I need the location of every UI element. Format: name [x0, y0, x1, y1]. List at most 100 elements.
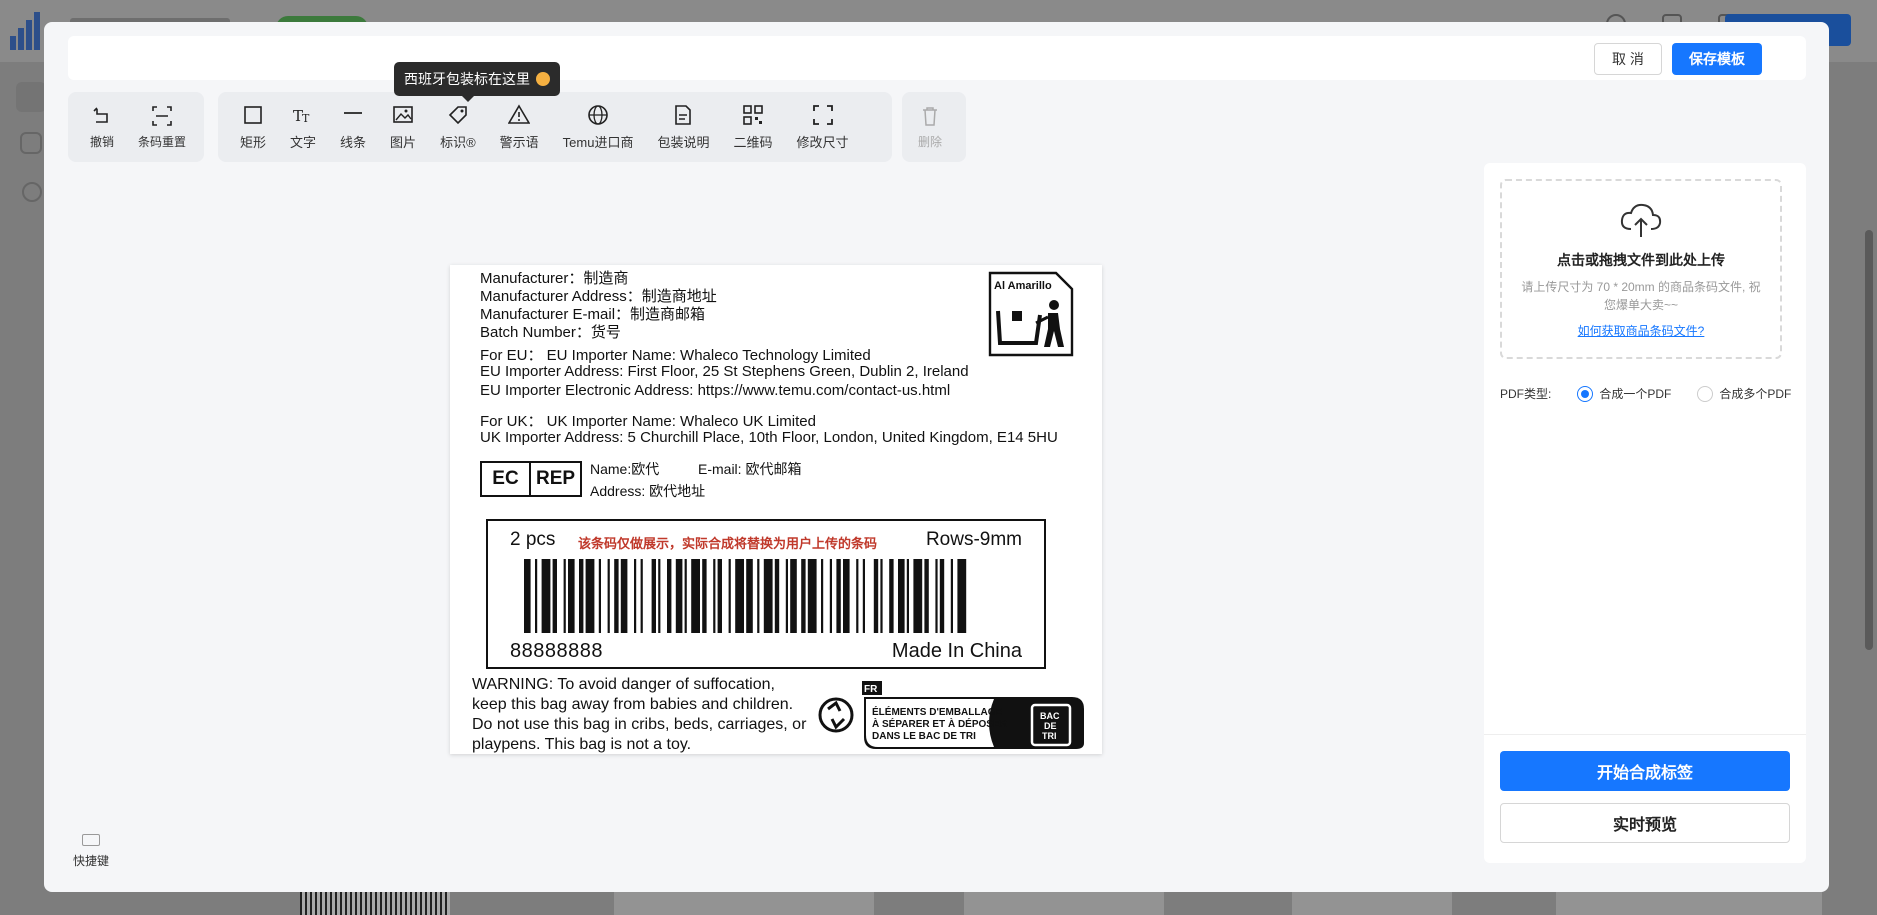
- keyboard-icon: [82, 834, 100, 846]
- document-icon: [675, 104, 692, 125]
- barcode-bars: [524, 559, 967, 633]
- toolbar-delete-group: 删除: [902, 92, 966, 162]
- resize-icon: [812, 104, 833, 125]
- trash-icon: [923, 106, 937, 126]
- uk-importer-address-line[interactable]: UK Importer Address: 5 Churchill Place, …: [480, 429, 1058, 446]
- triman-bin-2: DE: [1044, 721, 1057, 731]
- tool-qrcode[interactable]: 二维码: [721, 97, 784, 157]
- made-in-text: Made In China: [891, 640, 1022, 662]
- undo-button[interactable]: 撤销: [78, 97, 126, 157]
- tool-text[interactable]: TT 文字: [278, 97, 328, 157]
- toolbar-elements-group: 矩形 TT 文字 线条 图片 标识® 警示语 Temu进口商 包装说明 二维码 …: [218, 92, 892, 162]
- label-editor-modal: 取 消 保存模板 撤销 条码重置 矩形 TT 文字 线条 图片 标识® 警示语 …: [44, 22, 1829, 892]
- radio-dot-single: [1577, 385, 1594, 402]
- image-icon: [393, 105, 413, 123]
- tooltip-text: 西班牙包装标在这里: [404, 71, 530, 87]
- ec-rep-symbol[interactable]: EC REP: [480, 461, 582, 497]
- batch-number-line[interactable]: Batch Number：货号: [480, 321, 621, 342]
- app-logo: [6, 10, 44, 50]
- radio-multiple-pdf-label: 合成多个PDF: [1719, 387, 1792, 401]
- ec-rep-address[interactable]: Address: 欧代地址: [590, 481, 705, 501]
- barcode-notice: 该条码仅做展示，实际合成将替换为用户上传的条码: [578, 536, 878, 551]
- modal-header: 取 消 保存模板: [68, 36, 1806, 80]
- tool-text-label: 文字: [290, 134, 317, 150]
- barcode-reset-button[interactable]: 条码重置: [126, 97, 198, 157]
- tool-rectangle-label: 矩形: [240, 134, 267, 150]
- save-template-button[interactable]: 保存模板: [1672, 43, 1762, 75]
- triman-line-2: À SÉPARER ET À DÉPOSER: [872, 717, 1008, 730]
- eu-importer-electronic-line[interactable]: EU Importer Electronic Address: https://…: [480, 382, 950, 399]
- pdf-type-row: PDF类型: 合成一个PDF 合成多个PDF: [1500, 385, 1791, 402]
- tool-image-label: 图片: [390, 134, 417, 150]
- undo-label: 撤销: [90, 134, 115, 149]
- tooltip: 西班牙包装标在这里: [394, 62, 560, 102]
- divider: [1484, 734, 1806, 735]
- triman-sorting-logo[interactable]: FR ÉLÉMENTS D'EMBALLAGE À SÉPARER ET À D…: [814, 681, 1086, 749]
- triman-line-1: ÉLÉMENTS D'EMBALLAGE: [872, 705, 1002, 718]
- sidebar-image-icon: [20, 132, 42, 154]
- background-thumbnails: [0, 890, 1877, 915]
- upload-hint: 请上传尺寸为 70 * 20mm 的商品条码文件, 祝您爆单大卖~~: [1521, 280, 1761, 312]
- qrcode-icon: [743, 104, 763, 125]
- tool-package-info-label: 包装说明: [657, 134, 710, 150]
- tool-rectangle[interactable]: 矩形: [228, 97, 278, 157]
- live-preview-button[interactable]: 实时预览: [1500, 803, 1790, 843]
- barcode-rows: Rows-9mm: [925, 529, 1022, 550]
- tool-resize[interactable]: 修改尺寸: [785, 97, 861, 157]
- barcode-box[interactable]: 2 pcs 该条码仅做展示，实际合成将替换为用户上传的条码 Rows-9mm 8…: [486, 519, 1046, 669]
- upload-title: 点击或拖拽文件到此处上传: [1557, 252, 1725, 268]
- radio-multiple-pdf[interactable]: 合成多个PDF: [1697, 385, 1791, 402]
- cloud-upload-icon: [1620, 203, 1662, 237]
- sidebar-drop-icon: [22, 182, 42, 202]
- triman-bin-1: BAC: [1040, 711, 1060, 721]
- tool-package-info[interactable]: 包装说明: [645, 97, 721, 157]
- how-to-get-barcode-link[interactable]: 如何获取商品条码文件?: [1578, 322, 1705, 339]
- smile-emoji-icon: [536, 72, 550, 86]
- radio-single-pdf[interactable]: 合成一个PDF: [1577, 385, 1671, 402]
- page-scrollbar[interactable]: [1865, 230, 1873, 650]
- ec-rep-email[interactable]: E-mail: 欧代邮箱: [698, 459, 801, 479]
- al-amarillo-text: Al Amarillo: [994, 280, 1052, 292]
- label-canvas[interactable]: Manufacturer：制造商 Manufacturer Address：制造…: [450, 265, 1102, 754]
- line-icon: [344, 111, 363, 114]
- radio-single-pdf-label: 合成一个PDF: [1599, 387, 1672, 401]
- undo-icon: [93, 106, 108, 123]
- triman-bin-3: TRI: [1042, 731, 1057, 741]
- delete-button[interactable]: 删除: [912, 97, 948, 157]
- globe-icon: [588, 104, 608, 125]
- eu-importer-address-line[interactable]: EU Importer Address: First Floor, 25 St …: [480, 363, 969, 380]
- toolbar-history-group: 撤销 条码重置: [68, 92, 204, 162]
- start-synthesis-button[interactable]: 开始合成标签: [1500, 751, 1790, 791]
- tool-mark-label: 标识®: [440, 134, 476, 150]
- text-icon: TT: [293, 107, 310, 125]
- barcode-reset-label: 条码重置: [138, 134, 187, 149]
- tag-icon: [448, 105, 467, 124]
- barcode-quantity: 2 pcs: [510, 529, 556, 550]
- tool-temu-importer-label: Temu进口商: [562, 134, 634, 150]
- barcode-reset-icon: [152, 105, 172, 126]
- triman-country: FR: [864, 684, 878, 695]
- tool-qrcode-label: 二维码: [733, 134, 773, 150]
- cancel-button[interactable]: 取 消: [1594, 43, 1662, 75]
- barcode-upload-dropzone[interactable]: 点击或拖拽文件到此处上传 请上传尺寸为 70 * 20mm 的商品条码文件, 祝…: [1500, 179, 1782, 359]
- tool-mark[interactable]: 标识®: [428, 97, 488, 157]
- ec-rep-name[interactable]: Name:欧代: [590, 459, 659, 479]
- tool-temu-importer[interactable]: Temu进口商: [551, 97, 646, 157]
- tool-warning[interactable]: 警示语: [488, 97, 551, 157]
- barcode-number: 88888888: [510, 640, 603, 662]
- tool-line[interactable]: 线条: [328, 97, 378, 157]
- uk-importer-name-line[interactable]: For UK： UK Importer Name: Whaleco UK Lim…: [480, 410, 816, 431]
- rep-text: REP: [535, 468, 576, 489]
- triman-line-3: DANS LE BAC DE TRI: [872, 731, 976, 742]
- radio-dot-multiple: [1697, 385, 1714, 402]
- tool-image[interactable]: 图片: [378, 97, 428, 157]
- delete-label: 删除: [918, 134, 943, 149]
- rectangle-icon: [244, 105, 262, 124]
- tool-warning-label: 警示语: [499, 134, 539, 150]
- right-panel: 点击或拖拽文件到此处上传 请上传尺寸为 70 * 20mm 的商品条码文件, 祝…: [1484, 163, 1806, 863]
- al-amarillo-recycle-logo[interactable]: Al Amarillo: [988, 271, 1074, 357]
- ec-text: EC: [482, 463, 532, 495]
- eu-importer-name-line[interactable]: For EU： EU Importer Name: Whaleco Techno…: [480, 344, 871, 365]
- warning-text[interactable]: WARNING: To avoid danger of suffocation,…: [472, 675, 812, 755]
- shortcut-button[interactable]: 快捷键: [68, 834, 114, 869]
